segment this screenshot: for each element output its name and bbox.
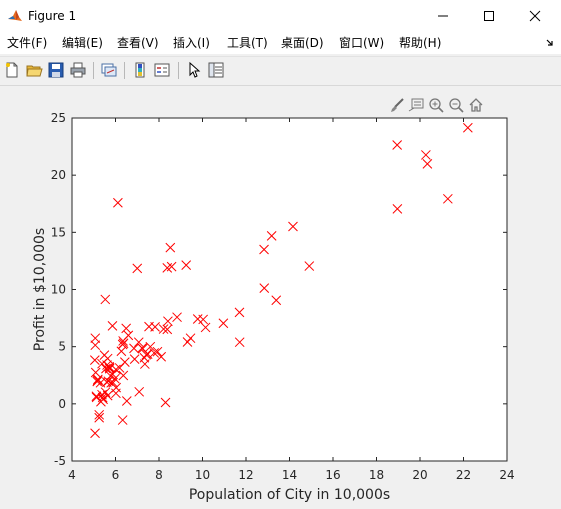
y-tick-label: 15 — [51, 225, 66, 239]
y-tick-label: 10 — [51, 283, 66, 297]
x-tick-label: 20 — [412, 468, 427, 482]
scatter-chart: 4 6 8 10 12 14 16 18 20 22 24 -5 0 5 10 15 20 25 Populati… — [32, 111, 515, 503]
y-axis-label: Profit in $10,000s — [32, 228, 48, 351]
x-tick-label: 10 — [195, 468, 210, 482]
x-tick-label: 16 — [325, 468, 340, 482]
x-tick-label: 12 — [238, 468, 253, 482]
y-tick-label: 25 — [51, 111, 66, 125]
x-axis-label: Population of City in 10,000s — [189, 487, 390, 503]
plot-area — [72, 118, 507, 461]
x-tick-label: 6 — [112, 468, 120, 482]
x-tick-label: 24 — [499, 468, 514, 482]
x-tick-label: 14 — [282, 468, 297, 482]
y-tick-label: 0 — [58, 397, 66, 411]
x-tick-label: 18 — [369, 468, 384, 482]
x-tick-label: 22 — [456, 468, 471, 482]
x-tick-label: 4 — [68, 468, 76, 482]
y-tick-label: 5 — [58, 340, 66, 354]
x-tick-label: 8 — [155, 468, 163, 482]
y-tick-label: -5 — [54, 454, 66, 468]
y-tick-label: 20 — [51, 168, 66, 182]
